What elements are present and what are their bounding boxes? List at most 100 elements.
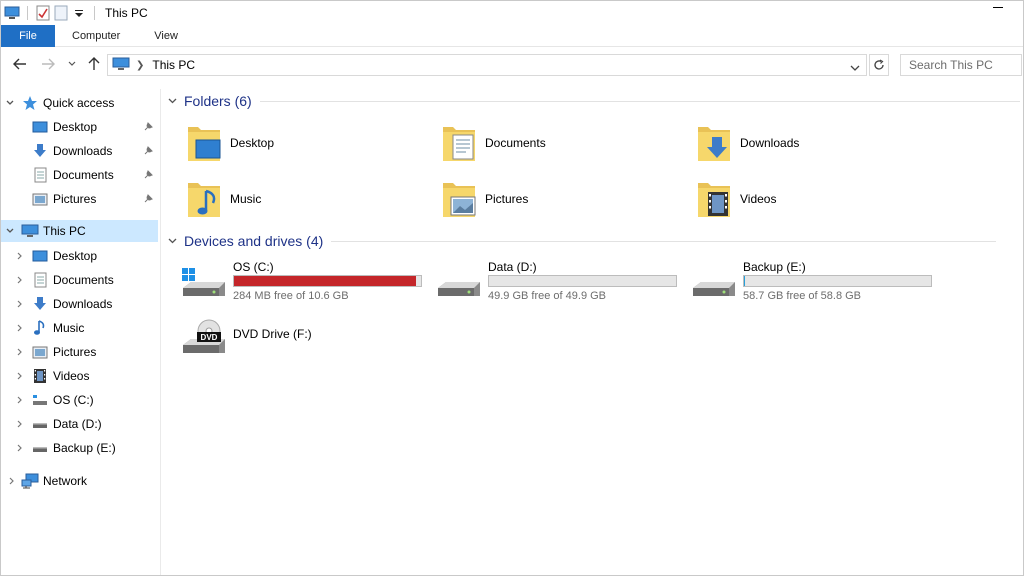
minimize-icon[interactable] <box>993 7 1003 8</box>
collapsed-chevron-icon[interactable] <box>15 348 25 356</box>
folder-documents[interactable]: Documents <box>441 120 681 166</box>
nav-quick-downloads[interactable]: Downloads <box>31 140 157 162</box>
folder-name: Downloads <box>740 136 800 150</box>
search-box[interactable] <box>900 54 1022 76</box>
explorer-window: This PC File Computer View ❯ This PC Sea… <box>0 0 1024 576</box>
nav-pc-desktop[interactable]: Desktop <box>15 245 157 267</box>
forward-arrow-icon[interactable] <box>39 55 57 73</box>
nav-label: Documents <box>53 168 114 182</box>
collapsed-chevron-icon[interactable] <box>15 372 25 380</box>
nav-pc-data-d[interactable]: Data (D:) <box>15 413 157 435</box>
refresh-icon <box>874 59 884 70</box>
nav-pc-downloads[interactable]: Downloads <box>15 293 157 315</box>
folder-music[interactable]: Music <box>186 176 426 222</box>
expanded-chevron-icon[interactable] <box>5 100 15 106</box>
tab-view[interactable]: View <box>137 25 195 47</box>
nav-label: Desktop <box>53 120 98 134</box>
network-icon <box>21 473 39 489</box>
group-divider <box>259 100 1020 102</box>
devices-group-header[interactable]: Devices and drives (4) <box>168 233 997 249</box>
collapsed-chevron-icon[interactable] <box>15 252 25 260</box>
nav-quick-documents[interactable]: Documents <box>31 164 157 186</box>
pin-icon[interactable] <box>143 193 153 207</box>
nav-quick-access[interactable]: Quick access <box>5 92 155 114</box>
refresh-button[interactable] <box>869 54 889 76</box>
drive-usage-fill <box>234 276 417 286</box>
collapsed-chevron-icon[interactable] <box>15 324 25 332</box>
drive-free-space: 49.9 GB free of 49.9 GB <box>488 290 607 302</box>
nav-label: Documents <box>53 273 114 287</box>
drive-dvd-f[interactable]: DVD DVD Drive (F:) <box>181 317 431 369</box>
search-input[interactable] <box>901 55 1021 75</box>
nav-pc-videos[interactable]: Videos <box>15 365 157 387</box>
drive-name: Data (D:) <box>488 260 537 274</box>
dvd-drive-icon: DVD <box>181 319 227 355</box>
tab-computer[interactable]: Computer <box>55 25 137 47</box>
address-bar[interactable]: ❯ This PC <box>107 54 867 76</box>
back-arrow-icon[interactable] <box>11 55 29 73</box>
quick-access-toolbar <box>1 1 101 25</box>
collapsed-chevron-icon[interactable] <box>15 276 25 284</box>
collapsed-chevron-icon[interactable] <box>15 300 25 308</box>
folder-name: Pictures <box>485 192 529 206</box>
system-drive-icon <box>31 392 49 408</box>
address-row: ❯ This PC <box>1 49 1023 81</box>
nav-network[interactable]: Network <box>7 470 157 492</box>
pin-icon[interactable] <box>143 145 153 159</box>
folder-pictures[interactable]: Pictures <box>441 176 681 222</box>
nav-label: Pictures <box>53 345 97 359</box>
nav-quick-pictures[interactable]: Pictures <box>31 188 157 210</box>
nav-quick-desktop[interactable]: Desktop <box>31 116 157 138</box>
folders-group-header[interactable]: Folders (6) <box>168 93 1020 109</box>
nav-label: Data (D:) <box>53 417 102 431</box>
drive-usage-bar <box>488 275 677 287</box>
drive-usage-bar <box>233 275 422 287</box>
nav-pc-documents[interactable]: Documents <box>15 269 157 291</box>
folder-downloads[interactable]: Downloads <box>696 120 936 166</box>
nav-pc-os-c[interactable]: OS (C:) <box>15 389 157 411</box>
drive-data-d[interactable]: Data (D:) 49.9 GB free of 49.9 GB <box>436 258 686 310</box>
drive-os-c[interactable]: OS (C:) 284 MB free of 10.6 GB <box>181 258 431 310</box>
svg-text:DVD: DVD <box>201 333 218 342</box>
pin-icon[interactable] <box>143 121 153 135</box>
documents-folder-icon <box>441 123 477 163</box>
address-dropdown-icon[interactable] <box>850 60 860 74</box>
breadcrumb-this-pc[interactable]: This PC <box>152 58 195 72</box>
desktop-icon <box>31 248 49 264</box>
breadcrumb-chevron-icon[interactable]: ❯ <box>136 60 144 71</box>
nav-pc-pictures[interactable]: Pictures <box>15 341 157 363</box>
computer-icon[interactable] <box>3 4 21 22</box>
nav-label: Downloads <box>53 297 113 311</box>
pin-icon[interactable] <box>143 169 153 183</box>
nav-this-pc[interactable]: This PC <box>1 220 158 242</box>
folder-name: Documents <box>485 136 546 150</box>
ribbon-tabs: File Computer View <box>1 25 1023 47</box>
collapsed-chevron-icon[interactable] <box>15 420 25 428</box>
collapse-chevron-icon[interactable] <box>168 235 182 247</box>
music-note-icon <box>31 320 49 336</box>
drive-free-space: 58.7 GB free of 58.8 GB <box>743 290 862 302</box>
drive-name: Backup (E:) <box>743 260 806 274</box>
pictures-folder-icon <box>441 179 477 219</box>
collapsed-chevron-icon[interactable] <box>15 444 25 452</box>
drive-free-space: 284 MB free of 10.6 GB <box>233 290 349 302</box>
recent-locations-chevron-icon[interactable] <box>63 55 81 73</box>
folder-videos[interactable]: Videos <box>696 176 936 222</box>
expanded-chevron-icon[interactable] <box>5 228 15 234</box>
hard-drive-icon <box>436 266 482 302</box>
new-folder-icon[interactable] <box>52 4 70 22</box>
collapsed-chevron-icon[interactable] <box>15 396 25 404</box>
folder-desktop[interactable]: Desktop <box>186 120 426 166</box>
collapsed-chevron-icon[interactable] <box>7 477 17 485</box>
up-arrow-icon[interactable] <box>85 55 103 73</box>
drive-usage-bar <box>743 275 932 287</box>
collapse-chevron-icon[interactable] <box>168 95 182 107</box>
nav-label: Quick access <box>43 96 115 110</box>
customize-toolbar-dropdown-icon[interactable] <box>70 4 88 22</box>
drive-backup-e[interactable]: Backup (E:) 58.7 GB free of 58.8 GB <box>691 258 941 310</box>
tab-file[interactable]: File <box>1 25 55 47</box>
nav-pc-backup-e[interactable]: Backup (E:) <box>15 437 157 459</box>
nav-label: Music <box>53 321 85 335</box>
properties-icon[interactable] <box>34 4 52 22</box>
nav-pc-music[interactable]: Music <box>15 317 157 339</box>
